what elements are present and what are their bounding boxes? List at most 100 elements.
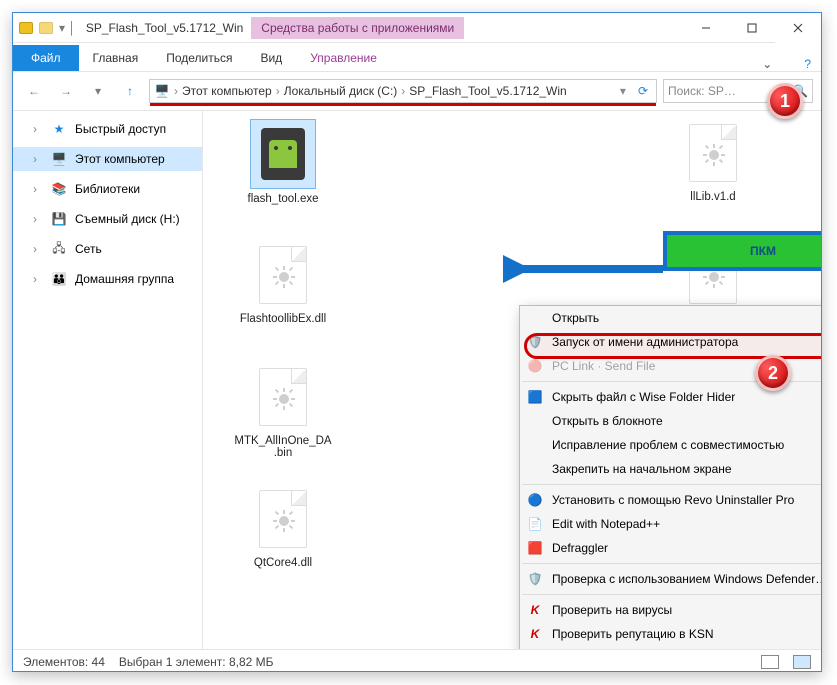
shield-icon: 🛡️	[526, 333, 544, 351]
nav-forward-button[interactable]: →	[53, 78, 79, 104]
file-thumb	[253, 124, 313, 184]
tab-file[interactable]: Файл	[13, 45, 79, 71]
tab-home[interactable]: Главная	[79, 45, 153, 71]
context-menu-item[interactable]: Открыть	[520, 306, 821, 330]
folder-icon-secondary	[39, 22, 53, 34]
menu-separator	[522, 563, 821, 564]
ribbon-tabs: Файл Главная Поделиться Вид Управление ⌄…	[13, 43, 821, 71]
context-menu-item[interactable]: 🛡️ Запуск от имени администратора	[520, 330, 821, 354]
usb-icon: 💾	[51, 211, 67, 227]
file-list-pane[interactable]: flash_tool.exe llLib.v1.d FlashtoollibEx.d…	[203, 111, 821, 649]
file-thumb	[683, 123, 743, 183]
context-menu-item[interactable]: K Проверить на вирусы	[520, 598, 821, 622]
file-item[interactable]: MTK_AllInOne_DA.bin	[233, 363, 333, 459]
sidebar-item-label: Библиотеки	[75, 182, 140, 196]
df-icon: 🟥	[526, 539, 544, 557]
context-menu-item[interactable]: Исправление проблем с совместимостью	[520, 433, 821, 457]
contextual-ribbon-label: Средства работы с приложениями	[251, 17, 464, 39]
pclink-icon: 🔴	[526, 357, 544, 375]
folder-icon	[19, 22, 33, 34]
file-label: MTK_AllInOne_DA.bin	[233, 435, 333, 459]
sidebar-item[interactable]: › 💾 Съемный диск (H:)	[13, 207, 202, 231]
kasp-icon: K	[526, 601, 544, 619]
context-menu-item-label: Defraggler	[552, 541, 821, 555]
address-dropdown-icon[interactable]: ▾	[616, 84, 630, 98]
context-menu-item-label: Открыть в блокноте	[552, 414, 821, 428]
tab-manage[interactable]: Управление	[296, 45, 391, 71]
context-menu-item[interactable]: KПроверить репутацию в KSN	[520, 622, 821, 646]
status-bar: Элементов: 44 Выбран 1 элемент: 8,82 МБ	[13, 649, 821, 672]
file-item[interactable]: FlashtoollibEx.dll	[233, 241, 333, 325]
breadcrumb[interactable]: Локальный диск (C:)	[284, 84, 398, 98]
address-bar[interactable]: 🖥️ › Этот компьютер › Локальный диск (C:…	[149, 79, 657, 103]
nav-up-button[interactable]: ↑	[117, 78, 143, 104]
maximize-button[interactable]	[729, 13, 775, 43]
help-icon[interactable]: ?	[794, 57, 821, 71]
kasp-icon: K	[526, 625, 544, 643]
file-thumb	[253, 245, 313, 305]
libraries-icon: 📚	[51, 181, 67, 197]
file-thumb	[253, 489, 313, 549]
blank-icon	[526, 460, 544, 478]
pc-icon: 🖥️	[154, 83, 170, 99]
nav-back-button[interactable]: ←	[21, 78, 47, 104]
file-item[interactable]: flash_tool.exe	[233, 119, 333, 205]
context-menu-item[interactable]: 📄Edit with Notepad++	[520, 512, 821, 536]
callout-label: ПКМ	[750, 244, 776, 258]
annotation-marker-2: 2	[755, 355, 791, 391]
blank-icon	[526, 436, 544, 454]
title-bar: ▾ │ SP_Flash_Tool_v5.1712_Win Средства р…	[13, 13, 821, 43]
context-menu-item[interactable]: Открыть в блокноте	[520, 409, 821, 433]
context-menu-item[interactable]: 🛡️Проверка с использованием Windows Defe…	[520, 567, 821, 591]
status-selection: Выбран 1 элемент: 8,82 МБ	[119, 655, 274, 669]
blank-icon	[526, 412, 544, 430]
context-menu-item[interactable]: 🟥Defraggler▸	[520, 536, 821, 560]
breadcrumb[interactable]: SP_Flash_Tool_v5.1712_Win	[409, 84, 566, 98]
sidebar-item[interactable]: ›📚Библиотеки	[13, 177, 202, 201]
context-menu-item[interactable]: 🔵Установить с помощью Revo Uninstaller P…	[520, 488, 821, 512]
annotation-arrow	[503, 249, 673, 289]
tab-view[interactable]: Вид	[246, 45, 296, 71]
minimize-button[interactable]	[683, 13, 729, 43]
tab-share[interactable]: Поделиться	[152, 45, 246, 71]
file-item[interactable]: QtCore4.dll	[233, 485, 333, 569]
breadcrumb[interactable]: Этот компьютер	[182, 84, 272, 98]
context-menu-item-label: Закрепить на начальном экране	[552, 462, 821, 476]
refresh-icon[interactable]: ⟳	[634, 84, 652, 98]
blank-icon	[526, 309, 544, 327]
sidebar-item-label: Домашняя группа	[75, 272, 174, 286]
file-label: llLib.v1.d	[663, 191, 763, 203]
ribbon-expand-icon[interactable]: ⌄	[750, 57, 784, 71]
context-menu-item-label: Скрыть файл с Wise Folder Hider	[552, 390, 821, 404]
sidebar-item-label: Съемный диск (H:)	[75, 212, 180, 226]
file-item[interactable]: llLib.v1.d	[663, 119, 763, 203]
sidebar-item[interactable]: ›★Быстрый доступ	[13, 117, 202, 141]
sidebar-item-label: Сеть	[75, 242, 102, 256]
file-label: FlashtoollibEx.dll	[233, 313, 333, 325]
sidebar-item[interactable]: › 👪 Домашняя группа	[13, 267, 202, 291]
sidebar-item[interactable]: ›🖧Сеть	[13, 237, 202, 261]
context-menu-item[interactable]: Закрепить на начальном экране	[520, 457, 821, 481]
chevron-right-icon: ›	[33, 212, 43, 226]
sidebar-item[interactable]: ›🖥️Этот компьютер	[13, 147, 202, 171]
annotation-underline	[150, 103, 656, 106]
close-button[interactable]	[775, 13, 821, 43]
context-menu-item-label: Проверка с использованием Windows Defend…	[552, 572, 821, 586]
npp-icon: 📄	[526, 515, 544, 533]
chevron-right-icon: ›	[33, 272, 43, 286]
context-menu-item-label: Исправление проблем с совместимостью	[552, 438, 821, 452]
context-menu-item[interactable]: KKaspersky Application Advisor	[520, 646, 821, 649]
context-menu-item-label: Запуск от имени администратора	[552, 335, 821, 349]
search-placeholder: Поиск: SP…	[668, 84, 736, 98]
view-details-icon[interactable]	[761, 655, 779, 669]
window-title: SP_Flash_Tool_v5.1712_Win	[86, 21, 243, 35]
chevron-right-icon: ›	[33, 152, 43, 166]
revo-icon: 🔵	[526, 491, 544, 509]
view-icons-icon[interactable]	[793, 655, 811, 669]
sidebar-item-label: Быстрый доступ	[75, 122, 166, 136]
nav-recent-button[interactable]: ▾	[85, 78, 111, 104]
homegroup-icon: 👪	[51, 271, 67, 287]
chevron-right-icon: ›	[33, 122, 43, 136]
file-label: QtCore4.dll	[233, 557, 333, 569]
context-menu-item-label: Проверить на вирусы	[552, 603, 821, 617]
